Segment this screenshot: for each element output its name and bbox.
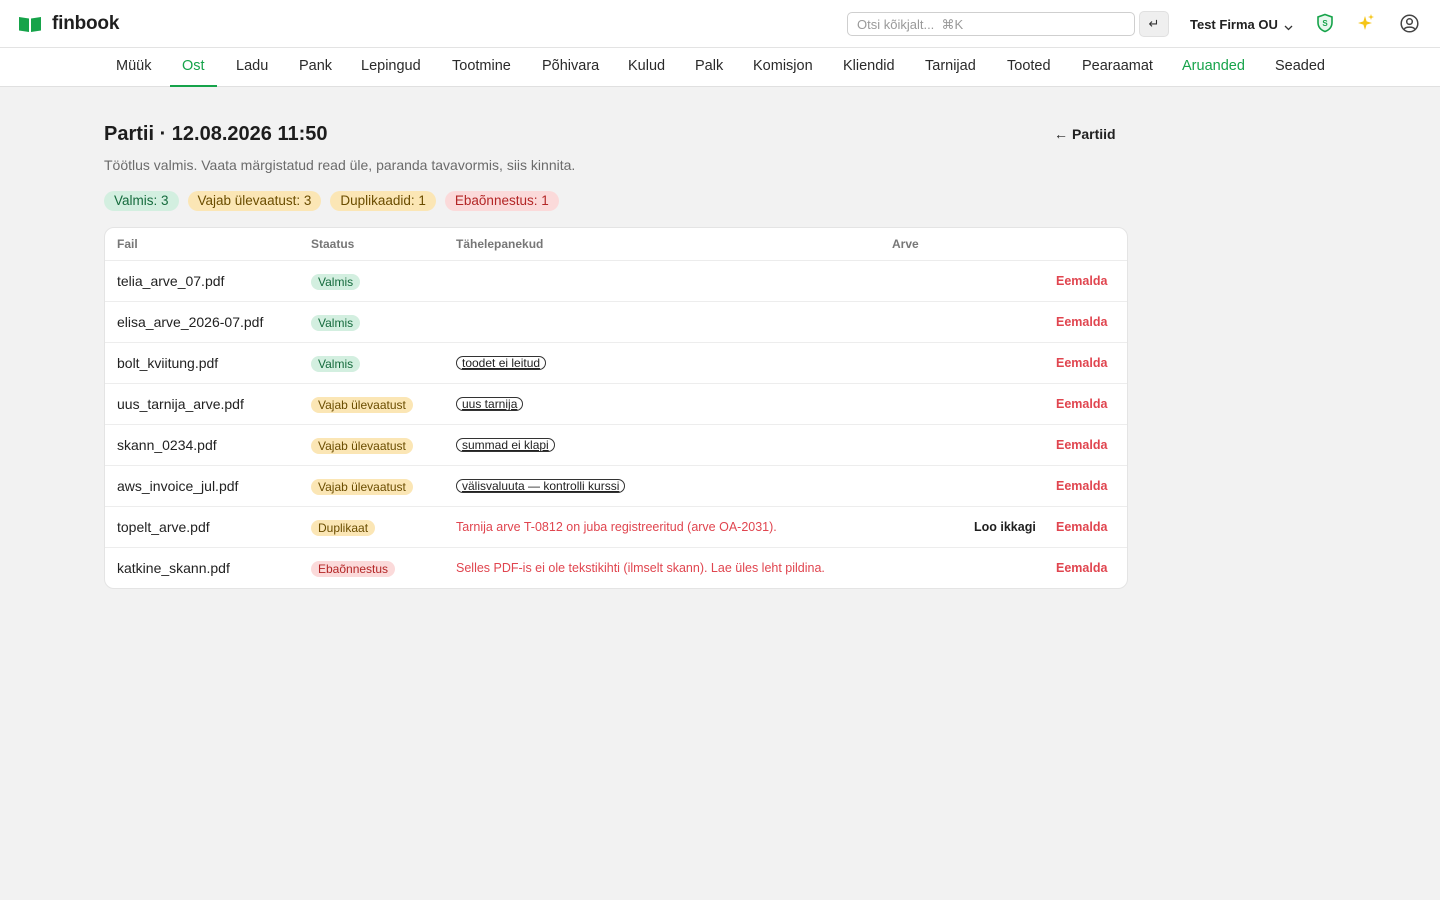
nav-item-kliendid[interactable]: Kliendid <box>843 48 895 86</box>
brand-logo[interactable]: finbook <box>18 12 119 36</box>
table-row: elisa_arve_2026-07.pdf Valmis Eemalda <box>105 302 1127 343</box>
status-badge: Valmis <box>311 274 361 290</box>
summary-failed-badge: Ebaõnnestus: 1 <box>444 191 559 211</box>
nav-item-aruanded[interactable]: Aruanded <box>1182 48 1245 86</box>
status-badge: Valmis <box>311 356 361 372</box>
note-tag[interactable]: summad ei klapi <box>456 438 555 452</box>
nav-item-kulud[interactable]: Kulud <box>628 48 665 86</box>
file-name: telia_arve_07.pdf <box>117 273 225 289</box>
nav-item-myyk[interactable]: Müük <box>116 48 151 86</box>
back-link-label: Partiid <box>1072 126 1116 142</box>
brand-name: finbook <box>52 13 120 34</box>
table-row: uus_tarnija_arve.pdf Vajab ülevaatust uu… <box>105 384 1127 425</box>
column-header-notes: Tähelepanekud <box>456 237 544 251</box>
nav-item-tootmine[interactable]: Tootmine <box>452 48 511 86</box>
column-header-file: Fail <box>117 237 138 251</box>
nav-item-seaded[interactable]: Seaded <box>1275 48 1325 86</box>
svg-text:S: S <box>1322 19 1328 28</box>
nav-item-pohivara[interactable]: Põhivara <box>542 48 599 86</box>
remove-button[interactable]: Eemalda <box>1056 479 1107 493</box>
sparkles-icon[interactable] <box>1356 13 1376 33</box>
file-name: skann_0234.pdf <box>117 437 217 453</box>
remove-button[interactable]: Eemalda <box>1056 520 1107 534</box>
top-bar: finbook ↵ Test Firma OU S <box>0 0 1440 48</box>
summary-done-badge: Valmis: 3 <box>104 191 179 211</box>
search-submit-button[interactable]: ↵ <box>1139 11 1169 37</box>
file-name: katkine_skann.pdf <box>117 560 230 576</box>
file-name: uus_tarnija_arve.pdf <box>117 396 244 412</box>
nav-item-palk[interactable]: Palk <box>695 48 723 86</box>
note-tag[interactable]: uus tarnija <box>456 397 524 411</box>
global-search-input[interactable] <box>847 12 1135 36</box>
nav-item-lepingud[interactable]: Lepingud <box>361 48 421 86</box>
file-name: elisa_arve_2026-07.pdf <box>117 314 264 330</box>
error-note: Selles PDF-is ei ole tekstikihti (ilmsel… <box>456 561 825 575</box>
status-badge: Ebaõnnestus <box>311 561 396 577</box>
nav-item-ladu[interactable]: Ladu <box>236 48 268 86</box>
batch-files-table: Fail Staatus Tähelepanekud Arve telia_ar… <box>104 227 1128 589</box>
page-title: Partii · 12.08.2026 11:50 <box>104 123 328 145</box>
note-tag[interactable]: välisvaluuta — kontrolli kurssi <box>456 479 626 493</box>
summary-review-badge: Vajab ülevaatust: 3 <box>187 191 322 211</box>
nav-item-pearaamat[interactable]: Pearaamat <box>1082 48 1153 86</box>
nav-item-komisjon[interactable]: Komisjon <box>753 48 813 86</box>
file-name: bolt_kviitung.pdf <box>117 355 219 371</box>
remove-button[interactable]: Eemalda <box>1056 561 1107 575</box>
nav-item-tarnijad[interactable]: Tarnijad <box>925 48 976 86</box>
table-row: topelt_arve.pdf Duplikaat Tarnija arve T… <box>105 507 1127 548</box>
note-tag[interactable]: toodet ei leitud <box>456 356 547 370</box>
status-badge: Vajab ülevaatust <box>311 397 413 413</box>
table-row: katkine_skann.pdf Ebaõnnestus Selles PDF… <box>105 548 1127 588</box>
user-circle-icon[interactable] <box>1399 13 1419 33</box>
remove-button[interactable]: Eemalda <box>1056 274 1107 288</box>
remove-button[interactable]: Eemalda <box>1056 356 1107 370</box>
page-subtitle: Töötlus valmis. Vaata märgistatud read ü… <box>104 157 576 173</box>
create-anyway-button[interactable]: Loo ikkagi <box>974 520 1036 534</box>
back-to-batches-link[interactable]: ← Partiid <box>1054 126 1116 142</box>
column-header-status: Staatus <box>311 237 355 251</box>
company-selector[interactable]: Test Firma OU <box>1190 15 1293 33</box>
remove-button[interactable]: Eemalda <box>1056 315 1107 329</box>
remove-button[interactable]: Eemalda <box>1056 397 1107 411</box>
company-name: Test Firma OU <box>1190 16 1278 32</box>
remove-button[interactable]: Eemalda <box>1056 438 1107 452</box>
duplicate-note: Tarnija arve T-0812 on juba registreerit… <box>456 520 777 534</box>
book-logo-icon <box>18 15 42 33</box>
status-badge: Valmis <box>311 315 361 331</box>
chevron-down-icon <box>1284 20 1293 30</box>
status-badge: Duplikaat <box>311 520 376 536</box>
nav-item-ost[interactable]: Ost <box>170 48 216 87</box>
status-badge: Vajab ülevaatust <box>311 479 413 495</box>
column-header-invoice: Arve <box>892 237 919 251</box>
table-row: telia_arve_07.pdf Valmis Eemalda <box>105 261 1127 302</box>
file-name: aws_invoice_jul.pdf <box>117 478 239 494</box>
nav-item-pank[interactable]: Pank <box>299 48 332 86</box>
summary-duplicates-badge: Duplikaadid: 1 <box>330 191 436 211</box>
summary-badges: Valmis: 3 Vajab ülevaatust: 3 Duplikaadi… <box>104 191 559 211</box>
table-row: skann_0234.pdf Vajab ülevaatust summad e… <box>105 425 1127 466</box>
table-header: Fail Staatus Tähelepanekud Arve <box>105 228 1127 261</box>
file-name: topelt_arve.pdf <box>117 519 210 535</box>
table-row: aws_invoice_jul.pdf Vajab ülevaatust väl… <box>105 466 1127 507</box>
main-nav: Müük Ost Ladu Pank Lepingud Tootmine Põh… <box>0 48 1440 87</box>
arrow-left-icon: ← <box>1054 126 1068 142</box>
nav-item-tooted[interactable]: Tooted <box>1007 48 1051 86</box>
status-badge: Vajab ülevaatust <box>311 438 413 454</box>
enter-icon: ↵ <box>1148 16 1160 31</box>
table-row: bolt_kviitung.pdf Valmis toodet ei leitu… <box>105 343 1127 384</box>
shield-s-icon[interactable]: S <box>1315 13 1335 33</box>
